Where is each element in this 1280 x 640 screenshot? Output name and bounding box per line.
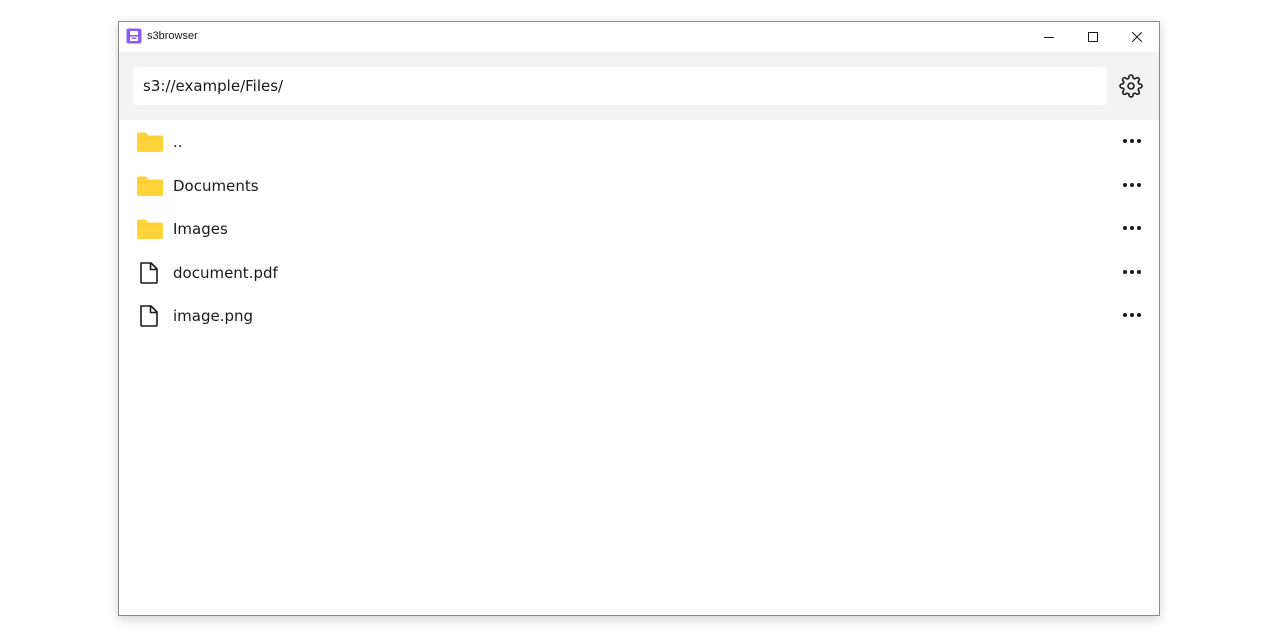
file-icon: [140, 261, 158, 284]
entry-name: document.pdf: [173, 263, 278, 282]
more-options-button[interactable]: [1117, 130, 1147, 152]
minimize-icon: [1044, 37, 1054, 38]
entry-name: ..: [173, 133, 183, 151]
app-window: s3browser ..: [118, 21, 1160, 616]
more-horizontal-icon: [1123, 269, 1141, 274]
close-button[interactable]: [1115, 22, 1159, 52]
file-row[interactable]: document.pdf: [119, 251, 1159, 295]
gear-icon: [1119, 74, 1143, 98]
more-horizontal-icon: [1123, 182, 1141, 187]
toolbar: [119, 52, 1159, 120]
more-horizontal-icon: [1123, 313, 1141, 317]
more-horizontal-icon: [1123, 226, 1141, 230]
folder-row[interactable]: ..: [119, 120, 1159, 164]
settings-button[interactable]: [1117, 72, 1145, 100]
path-input[interactable]: [133, 67, 1107, 105]
maximize-button[interactable]: [1071, 22, 1115, 52]
file-row[interactable]: image.png: [119, 294, 1159, 338]
window-title: s3browser: [147, 30, 198, 42]
folder-icon: [137, 132, 163, 152]
app-icon: [126, 28, 142, 44]
close-icon: [1132, 32, 1142, 42]
maximize-icon: [1088, 32, 1098, 42]
folder-icon: [137, 219, 163, 239]
more-options-button[interactable]: [1117, 174, 1147, 196]
more-options-button[interactable]: [1117, 217, 1147, 239]
more-horizontal-icon: [1123, 139, 1141, 143]
entry-name: image.png: [173, 307, 254, 325]
entry-name: Documents: [173, 176, 259, 195]
file-list: .. Documents Images document.pdf image.p…: [119, 120, 1159, 338]
more-options-button[interactable]: [1117, 304, 1147, 326]
title-bar[interactable]: s3browser: [119, 22, 1159, 52]
more-options-button[interactable]: [1117, 261, 1147, 283]
file-icon: [140, 305, 158, 327]
folder-row[interactable]: Documents: [119, 164, 1159, 208]
folder-row[interactable]: Images: [119, 207, 1159, 251]
entry-name: Images: [173, 220, 228, 238]
folder-icon: [137, 176, 163, 196]
minimize-button[interactable]: [1027, 22, 1071, 52]
